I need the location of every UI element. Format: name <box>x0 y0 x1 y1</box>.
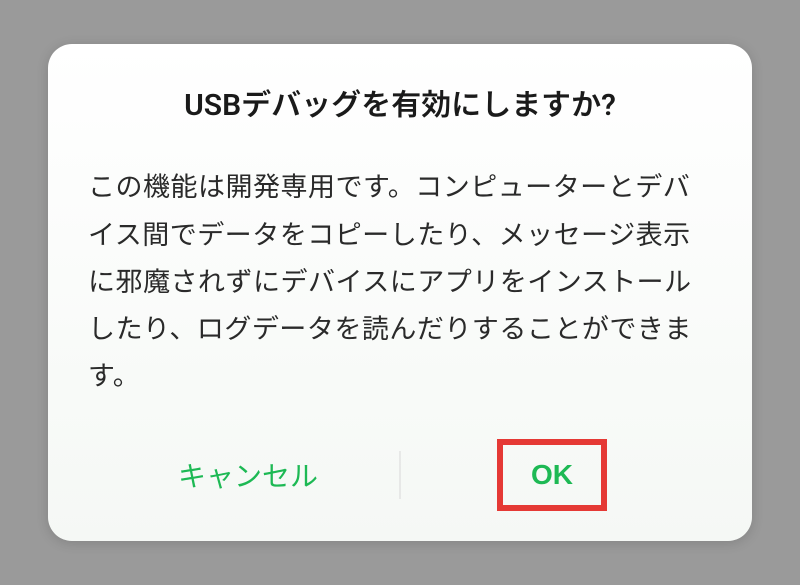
ok-button-wrapper: OK <box>400 439 704 511</box>
cancel-button[interactable]: キャンセル <box>96 441 400 509</box>
button-divider <box>400 451 401 499</box>
dialog-body: この機能は開発専用です。コンピューターとデバイス間でデータをコピーしたり、メッセ… <box>88 164 712 400</box>
usb-debug-dialog: USBデバッグを有効にしますか? この機能は開発専用です。コンピューターとデバイ… <box>48 44 752 540</box>
ok-button[interactable]: OK <box>497 439 607 511</box>
dialog-footer: キャンセル OK <box>88 439 712 511</box>
dialog-title: USBデバッグを有効にしますか? <box>88 80 712 124</box>
